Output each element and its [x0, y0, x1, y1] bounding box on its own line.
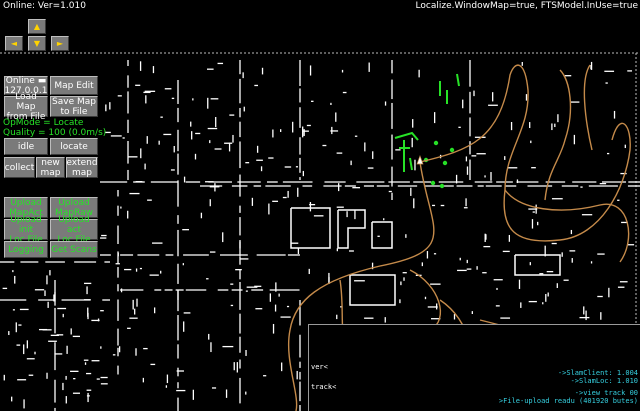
upload-act-loc-button[interactable]: Upload act Loc File: [50, 215, 98, 245]
quality-status: Quality = 100 (0.0m/s): [3, 128, 107, 138]
map-edit-button[interactable]: Map Edit: [50, 76, 98, 95]
console-line: ->SlamClient: 1.004: [557, 369, 638, 377]
get-scans-button[interactable]: Get Scans: [50, 241, 98, 258]
collect-button[interactable]: collect: [4, 157, 35, 178]
extend-map-button[interactable]: extend map: [66, 157, 98, 178]
localize-settings: Localize.WindowMap=true, FTSModel.InUse=…: [415, 1, 638, 11]
status-bar: Online: Ver=1.010 Localize.WindowMap=tru…: [0, 0, 640, 13]
console-line: ver<: [311, 363, 328, 371]
pan-left-arrow-icon[interactable]: ◄: [5, 36, 23, 51]
pan-right-arrow-icon[interactable]: ►: [51, 36, 69, 51]
save-map-button[interactable]: Save Map to File: [50, 96, 98, 117]
idle-button[interactable]: idle: [4, 138, 48, 155]
connection-status: Online: Ver=1.010: [3, 1, 86, 11]
locate-button[interactable]: locate: [50, 138, 98, 155]
upload-init-loc-button[interactable]: Upload init Loc File: [4, 215, 48, 245]
load-map-button[interactable]: Load Map from File: [4, 92, 48, 122]
opmode-status: OpMode = Locate: [3, 118, 84, 128]
new-map-button[interactable]: new map: [36, 157, 65, 178]
console-line: ->SlamLoc: 1.010: [570, 377, 638, 385]
logging-button[interactable]: Logging: [4, 241, 48, 258]
pan-up-arrow-icon[interactable]: ▲: [28, 19, 46, 34]
console-panel[interactable]: ver< track< ->SlamClient: 1.004 ->SlamLo…: [308, 324, 640, 411]
console-line: >File-upload readu (401920 butes): [498, 397, 638, 405]
console-line: ->view track 00: [574, 389, 638, 397]
pan-down-arrow-icon[interactable]: ▼: [28, 36, 46, 51]
console-line: track<: [311, 383, 337, 391]
